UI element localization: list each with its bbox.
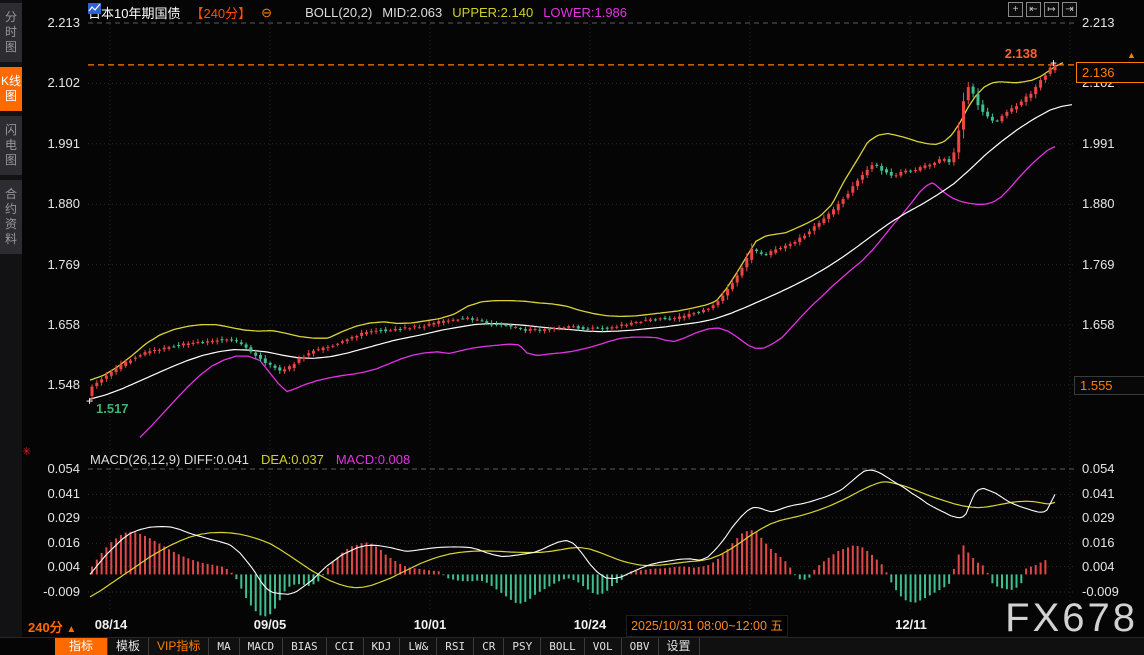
price-axis-label: 1.548	[47, 377, 80, 392]
minus-circle-icon[interactable]: ⊖	[261, 5, 272, 21]
price-axis-label-right: 1.880	[1082, 196, 1115, 211]
price-axis-label-right: 1.991	[1082, 136, 1115, 151]
period-tag: 【240分】	[190, 6, 252, 21]
macd-axis-label-right: 0.054	[1082, 461, 1115, 476]
sidebar-item-flash[interactable]: 闪电图	[0, 116, 22, 175]
chart-tool-buttons: + ⇤ ↦ ⇥	[1008, 2, 1077, 17]
settings-button[interactable]: 设置	[659, 638, 700, 655]
price-axis-label: 2.213	[47, 15, 80, 30]
price-axis-label: 2.102	[47, 75, 80, 90]
indicator-kdj[interactable]: KDJ	[364, 638, 401, 655]
crosshair-datetime-readout: 2025/10/31 08:00~12:00 五	[626, 615, 788, 637]
price-axis-label-right: 1.769	[1082, 257, 1115, 272]
session-high-label: 2.138	[1004, 46, 1038, 61]
chart-canvas[interactable]	[0, 0, 1144, 655]
low-cross-marker: +	[86, 394, 94, 408]
date-tick: 10/01	[413, 617, 447, 632]
date-tick: 08/14	[94, 617, 128, 632]
price-axis-label: 1.880	[47, 196, 80, 211]
macd-axis-label: 0.041	[47, 486, 80, 501]
indicator-obv[interactable]: OBV	[622, 638, 659, 655]
macd-axis-label-right: 0.016	[1082, 535, 1115, 550]
mini-chart-icon	[88, 3, 295, 18]
macd-axis-label: 0.029	[47, 510, 80, 525]
macd-dea-value: DEA:0.037	[260, 452, 324, 467]
chart-window: { "header": { "instrument": "日本10年期国债", …	[0, 0, 1144, 655]
indicator-ma[interactable]: MA	[209, 638, 240, 655]
sidebar-item-contract-info[interactable]: 合约资料	[0, 180, 22, 254]
macd-header: MACD(26,12,9) DIFF:0.041 DEA:0.037 MACD:…	[90, 452, 410, 467]
price-axis-label-right: 1.658	[1082, 317, 1115, 332]
indicator-macd[interactable]: MACD	[240, 638, 284, 655]
axis-compress-icon[interactable]: ⇤	[1026, 2, 1041, 17]
indicator-toolbar: 指标 模板 VIP指标 MA MACD BIAS CCI KDJ LW& RSI…	[0, 637, 1144, 655]
date-tick: 10/24	[573, 617, 607, 632]
tab-indicators[interactable]: 指标	[55, 638, 109, 655]
macd-axis-label-right: 0.029	[1082, 510, 1115, 525]
macd-axis-label: 0.004	[47, 559, 80, 574]
instrument-title: 日本10年期国债	[88, 6, 181, 21]
indicator-boll[interactable]: BOLL	[541, 638, 585, 655]
tab-templates[interactable]: 模板	[108, 638, 150, 655]
boll-upper-value: UPPER:2.140	[452, 5, 534, 20]
session-low-label: 1.517	[96, 401, 129, 416]
macd-axis-label: 0.016	[47, 535, 80, 550]
macd-axis-label-right: 0.004	[1082, 559, 1115, 574]
high-cross-marker: +	[1050, 56, 1058, 70]
indicator-bias[interactable]: BIAS	[283, 638, 327, 655]
alert-dot-icon[interactable]: ✳	[22, 445, 31, 458]
indicator-lw[interactable]: LW&	[400, 638, 438, 655]
period-label: 240分	[28, 620, 63, 635]
chevron-up-icon: ▲	[66, 624, 77, 635]
chart-header: 日本10年期国债 【240分】 ⊖ BOLL(20,2) MID:2.063 U…	[88, 3, 627, 22]
price-axis-label: 1.658	[47, 317, 80, 332]
toolbar-spacer	[0, 638, 55, 655]
indicator-cr[interactable]: CR	[474, 638, 505, 655]
secondary-price-tag: 1.555	[1074, 376, 1144, 395]
boll-label: BOLL(20,2)	[305, 5, 373, 20]
boll-mid-value: MID:2.063	[382, 5, 443, 20]
sidebar-item-timeline[interactable]: 分时图	[0, 3, 22, 62]
price-axis-label-right: 2.213	[1082, 15, 1115, 30]
axis-play-icon[interactable]: ↦	[1044, 2, 1059, 17]
tab-vip-indicators[interactable]: VIP指标	[149, 638, 210, 655]
macd-diff-value: MACD(26,12,9) DIFF:0.041	[90, 452, 249, 467]
price-axis-label: 1.769	[47, 257, 80, 272]
date-tick: 12/11	[895, 617, 927, 632]
indicator-rsi[interactable]: RSI	[437, 638, 475, 655]
indicator-cci[interactable]: CCI	[327, 638, 364, 655]
boll-lower-value: LOWER:1.986	[543, 5, 628, 20]
current-price-arrow-icon: ▲	[1127, 50, 1136, 60]
macd-axis-label: -0.009	[43, 584, 80, 599]
period-selector[interactable]: 240分 ▲	[28, 617, 76, 636]
macd-axis-label-right: 0.041	[1082, 486, 1115, 501]
sidebar: 分时图 K线图 闪电图 合约资料	[0, 0, 22, 655]
macd-axis-label: 0.054	[47, 461, 80, 476]
price-axis-label: 1.991	[47, 136, 80, 151]
axis-expand-icon[interactable]: ⇥	[1062, 2, 1077, 17]
time-axis: 240分 ▲ 08/14 09/05 10/01 10/24 12/11 202…	[0, 615, 1144, 637]
indicator-psy[interactable]: PSY	[504, 638, 542, 655]
indicator-vol[interactable]: VOL	[585, 638, 622, 655]
macd-hist-value: MACD:0.008	[335, 452, 411, 467]
date-tick: 09/05	[253, 617, 287, 632]
current-price-tag: 2.136	[1076, 62, 1144, 83]
pan-crosshair-icon[interactable]: +	[1008, 2, 1023, 17]
watermark: FX678	[1005, 596, 1138, 640]
sidebar-item-kline[interactable]: K线图	[0, 67, 22, 111]
